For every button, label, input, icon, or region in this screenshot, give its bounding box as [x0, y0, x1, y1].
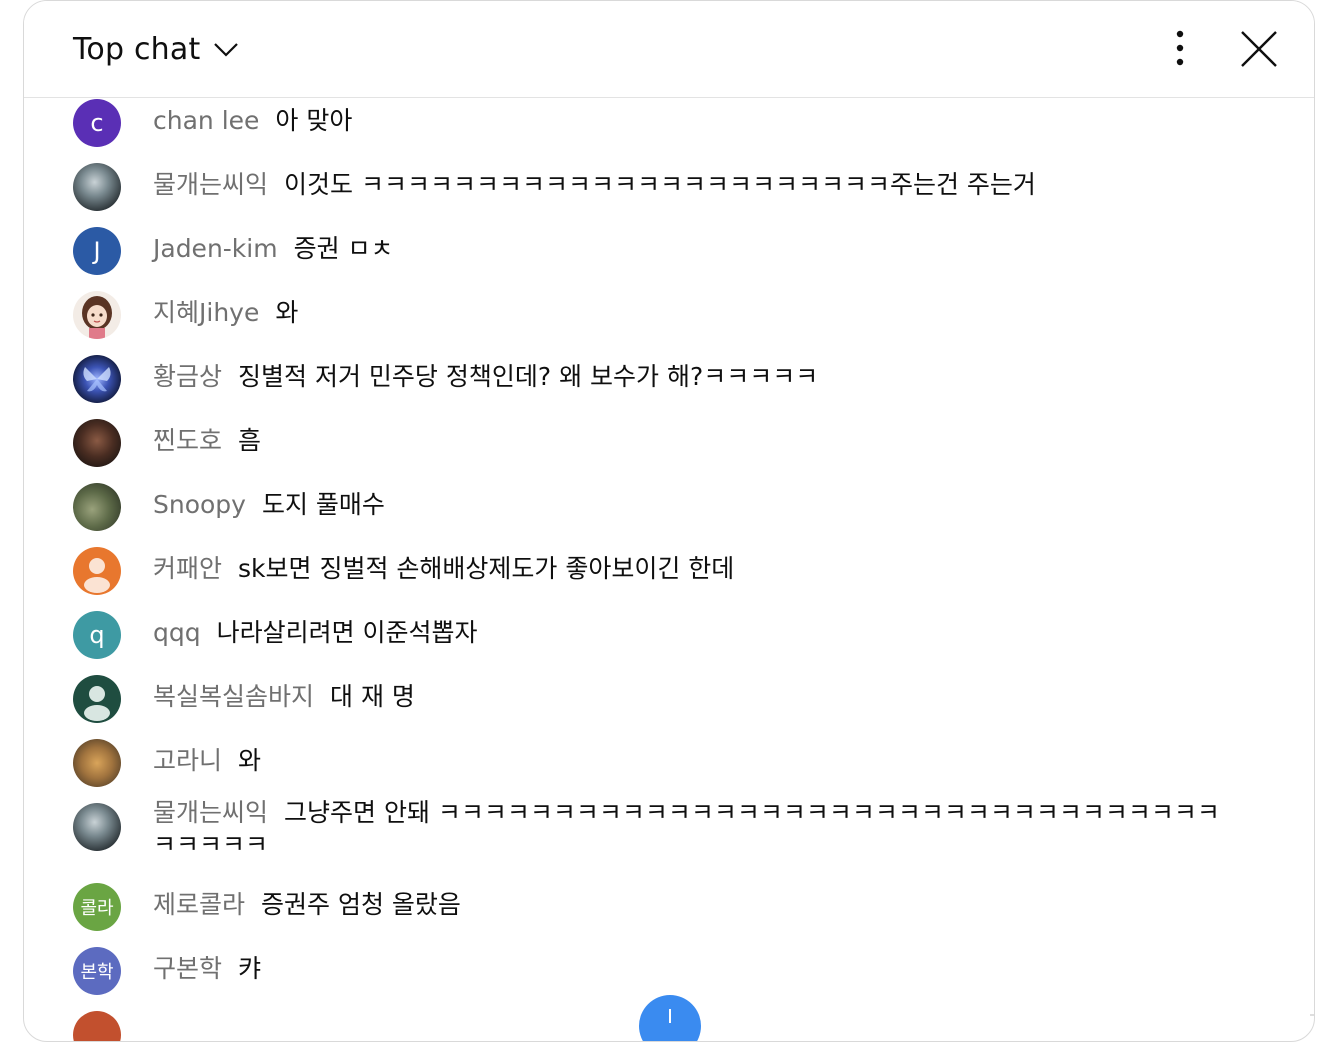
avatar[interactable]: q: [73, 611, 121, 659]
author-name[interactable]: 황금상: [153, 362, 222, 391]
chat-message-list: c chan lee 아 맞아 물개는씨익 이것도 ㅋㅋㅋㅋㅋㅋㅋㅋㅋㅋㅋㅋㅋㅋㅋㅋ…: [24, 91, 1314, 1003]
avatar[interactable]: [73, 355, 121, 403]
message-content: Jaden-kim 증권 ㅁㅊ: [153, 233, 1233, 265]
chat-message: 물개는씨익 이것도 ㅋㅋㅋㅋㅋㅋㅋㅋㅋㅋㅋㅋㅋㅋㅋㅋㅋㅋㅋㅋㅋㅋㅋ주는건 주는거: [24, 155, 1314, 219]
chat-message: Snoopy 도지 풀매수: [24, 475, 1314, 539]
avatar-letter: q: [89, 621, 105, 649]
message-content: 고라니 와: [153, 745, 1233, 777]
message-content: 물개는씨익 그냥주면 안돼 ㅋㅋㅋㅋㅋㅋㅋㅋㅋㅋㅋㅋㅋㅋㅋㅋㅋㅋㅋㅋㅋㅋㅋㅋㅋㅋㅋ…: [153, 797, 1233, 861]
chat-message: J Jaden-kim 증권 ㅁㅊ: [24, 219, 1314, 283]
avatar[interactable]: c: [73, 99, 121, 147]
chat-message: 찐도호 흠: [24, 411, 1314, 475]
message-text: 이것도 ㅋㅋㅋㅋㅋㅋㅋㅋㅋㅋㅋㅋㅋㅋㅋㅋㅋㅋㅋㅋㅋㅋㅋ주는건 주는거: [284, 170, 1036, 199]
chat-message: 커패안 sk보면 징벌적 손해배상제도가 좋아보이긴 한데: [24, 539, 1314, 603]
butterfly-icon: [83, 367, 111, 392]
chat-message: 지혜Jihye 와: [24, 283, 1314, 347]
avatar-letter: 본학: [80, 962, 114, 983]
chat-mode-dropdown[interactable]: Top chat: [73, 27, 240, 71]
message-content: 지혜Jihye 와: [153, 297, 1233, 329]
message-text: 대 재 명: [330, 682, 415, 711]
message-content: 찐도호 흠: [153, 425, 1233, 457]
chat-message: 고라니 와: [24, 731, 1314, 787]
message-text: 아 맞아: [275, 106, 353, 135]
message-content: chan lee 아 맞아: [153, 105, 1233, 137]
avatar-letter: c: [90, 109, 104, 137]
avatar[interactable]: [73, 675, 121, 723]
message-text: 와: [275, 298, 299, 327]
author-name[interactable]: 구본학: [153, 954, 222, 983]
message-text: 증권주 엄청 올랐음: [261, 890, 461, 919]
chat-message: 물개는씨익 그냥주면 안돼 ㅋㅋㅋㅋㅋㅋㅋㅋㅋㅋㅋㅋㅋㅋㅋㅋㅋㅋㅋㅋㅋㅋㅋㅋㅋㅋㅋ…: [24, 787, 1314, 875]
default-user-icon: [84, 558, 110, 593]
avatar[interactable]: [73, 803, 121, 851]
chat-message: c chan lee 아 맞아: [24, 91, 1314, 155]
message-text: 증권 ㅁㅊ: [293, 234, 394, 263]
message-content: 제로콜라 증권주 엄청 올랐음: [153, 889, 1233, 921]
chat-panel: Top chat c chan lee 아 맞아 물개는씨익 이것도 ㅋㅋㅋㅋㅋ…: [23, 0, 1315, 1042]
chat-message: 콜라 제로콜라 증권주 엄청 올랐음: [24, 875, 1314, 939]
message-text: 흠: [238, 426, 262, 455]
avatar[interactable]: J: [73, 227, 121, 275]
message-text: 도지 풀매수: [261, 490, 385, 519]
avatar[interactable]: [73, 163, 121, 211]
author-name[interactable]: 복실복실솜바지: [153, 682, 314, 711]
author-name[interactable]: qqq: [153, 618, 201, 647]
avatar[interactable]: [73, 419, 121, 467]
author-name[interactable]: 지혜Jihye: [153, 298, 259, 327]
chat-message: q qqq 나라살리려면 이준석뽑자: [24, 603, 1314, 667]
close-icon[interactable]: [1235, 25, 1283, 73]
author-name[interactable]: 제로콜라: [153, 890, 245, 919]
more-options-icon[interactable]: [1162, 26, 1198, 72]
author-name[interactable]: Snoopy: [153, 490, 246, 519]
message-text: 징별적 저거 민주당 정책인데? 왜 보수가 해?ㅋㅋㅋㅋㅋ: [238, 362, 819, 391]
message-content: qqq 나라살리려면 이준석뽑자: [153, 617, 1233, 649]
message-content: 구본학 캬: [153, 953, 1233, 985]
message-content: Snoopy 도지 풀매수: [153, 489, 1233, 521]
avatar[interactable]: [73, 291, 121, 339]
avatar[interactable]: 콜라: [73, 883, 121, 931]
chevron-down-icon: [214, 43, 239, 57]
author-name[interactable]: 물개는씨익: [153, 798, 268, 827]
avatar[interactable]: [73, 483, 121, 531]
message-text: 그냥주면 안돼 ㅋㅋㅋㅋㅋㅋㅋㅋㅋㅋㅋㅋㅋㅋㅋㅋㅋㅋㅋㅋㅋㅋㅋㅋㅋㅋㅋㅋㅋㅋㅋㅋ…: [153, 798, 1220, 859]
default-user-icon: [84, 686, 110, 721]
author-name[interactable]: chan lee: [153, 106, 259, 135]
chat-header: Top chat: [24, 1, 1314, 98]
avatar-letter: 콜라: [80, 898, 114, 919]
message-text: sk보면 징벌적 손해배상제도가 좋아보이긴 한데: [238, 554, 735, 583]
message-text: 나라살리려면 이준석뽑자: [216, 618, 478, 647]
author-name[interactable]: 고라니: [153, 746, 222, 775]
message-content: 황금상 징별적 저거 민주당 정책인데? 왜 보수가 해?ㅋㅋㅋㅋㅋ: [153, 361, 1233, 393]
chat-message: 본학 구본학 캬: [24, 939, 1314, 1003]
author-name[interactable]: Jaden-kim: [153, 234, 278, 263]
message-content: 커패안 sk보면 징벌적 손해배상제도가 좋아보이긴 한데: [153, 553, 1233, 585]
chat-mode-label: Top chat: [73, 31, 201, 67]
message-text: 와: [238, 746, 262, 775]
avatar[interactable]: 본학: [73, 947, 121, 995]
author-name[interactable]: 물개는씨익: [153, 170, 268, 199]
message-text: 캬: [238, 954, 262, 983]
chat-message: 복실복실솜바지 대 재 명: [24, 667, 1314, 731]
cartoon-girl-icon: [82, 296, 112, 339]
avatar-letter: J: [93, 237, 101, 265]
message-content: 물개는씨익 이것도 ㅋㅋㅋㅋㅋㅋㅋㅋㅋㅋㅋㅋㅋㅋㅋㅋㅋㅋㅋㅋㅋㅋㅋ주는건 주는거: [153, 169, 1233, 201]
author-name[interactable]: 커패안: [153, 554, 222, 583]
avatar[interactable]: [73, 739, 121, 787]
author-name[interactable]: 찐도호: [153, 426, 222, 455]
chat-message: 황금상 징별적 저거 민주당 정책인데? 왜 보수가 해?ㅋㅋㅋㅋㅋ: [24, 347, 1314, 411]
avatar[interactable]: [73, 547, 121, 595]
message-content: 복실복실솜바지 대 재 명: [153, 681, 1233, 713]
